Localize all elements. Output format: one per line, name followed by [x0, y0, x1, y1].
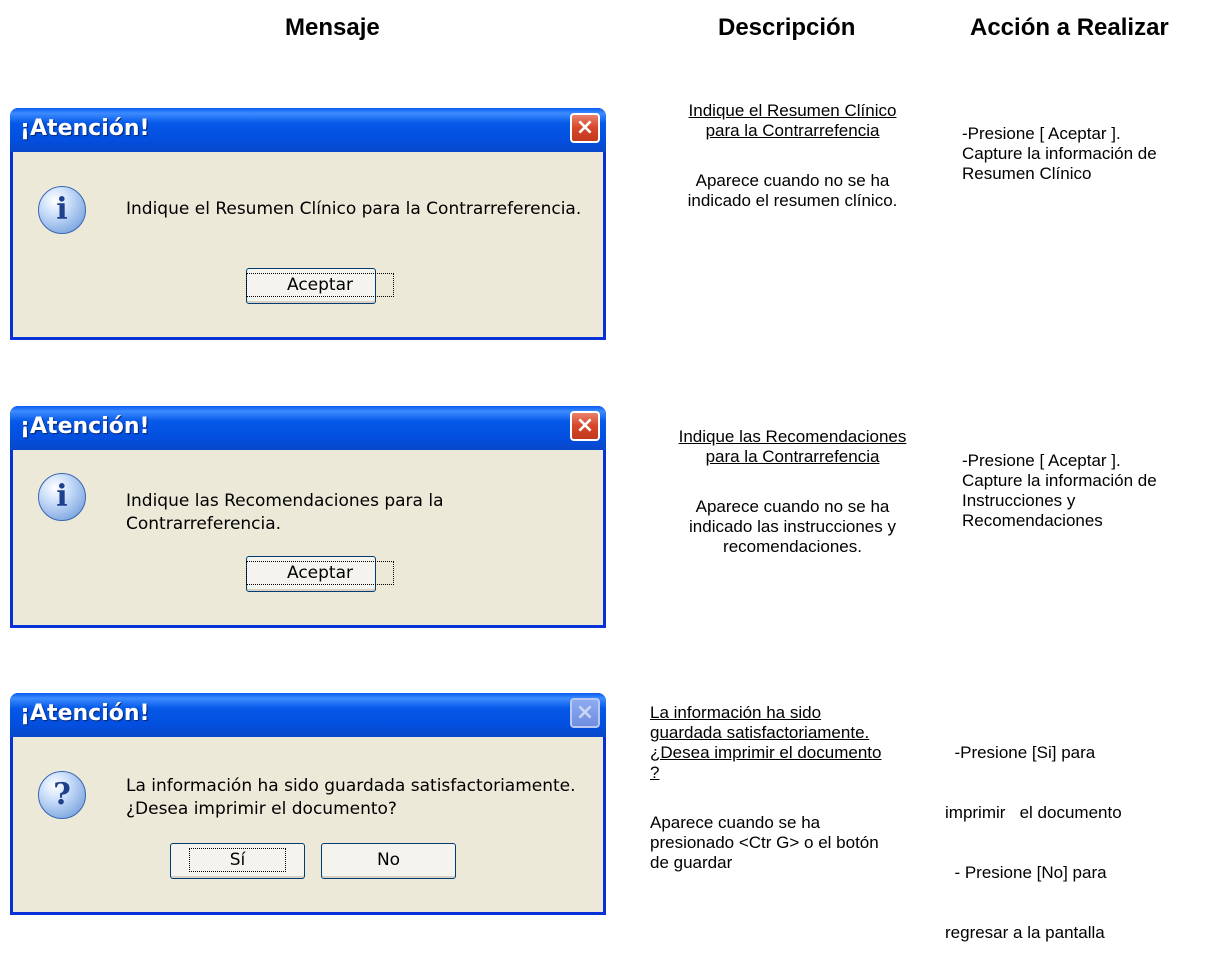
description-3: La información ha sido guardada satisfac… — [650, 703, 882, 872]
header-descripcion: Descripción — [718, 14, 856, 41]
dialog-message: Indique las Recomendaciones para la Cont… — [126, 491, 444, 534]
dialog-title: ¡Atención! — [20, 701, 150, 726]
dialog-message: Indique el Resumen Clínico para la Contr… — [126, 199, 582, 219]
dialog-title: ¡Atención! — [20, 414, 150, 439]
close-icon: × — [570, 698, 600, 728]
accept-button[interactable]: Aceptar — [246, 268, 394, 304]
close-icon[interactable]: × — [570, 113, 600, 143]
yes-button[interactable]: Sí — [170, 843, 305, 879]
action-3: -Presione [Si] para imprimir el document… — [945, 743, 1122, 942]
action-1: -Presione [ Aceptar ]. Capture la inform… — [962, 124, 1157, 183]
dialog-titlebar: ¡Atención! × — [10, 406, 606, 450]
action-2: -Presione [ Aceptar ]. Capture la inform… — [962, 451, 1157, 530]
description-1: Indique el Resumen Clínico para la Contr… — [687, 101, 898, 210]
dialog-title: ¡Atención! — [20, 116, 150, 141]
question-icon: ? — [38, 771, 86, 819]
accept-button[interactable]: Aceptar — [246, 556, 394, 592]
info-icon: i — [38, 473, 86, 521]
confirm-dialog-3: ¡Atención! × ? La información ha sido gu… — [10, 693, 606, 915]
dialog-titlebar: ¡Atención! × — [10, 693, 606, 737]
info-icon: i — [38, 186, 86, 234]
dialog-message: La información ha sido guardada satisfac… — [126, 776, 576, 819]
no-button[interactable]: No — [321, 843, 456, 879]
header-accion: Acción a Realizar — [970, 14, 1169, 41]
description-2: Indique las Recomendaciones para la Cont… — [678, 427, 907, 556]
alert-dialog-2: ¡Atención! × i Indique las Recomendacion… — [10, 406, 606, 628]
close-icon[interactable]: × — [570, 411, 600, 441]
dialog-titlebar: ¡Atención! × — [10, 108, 606, 152]
header-mensaje: Mensaje — [285, 14, 380, 41]
alert-dialog-1: ¡Atención! × i Indique el Resumen Clínic… — [10, 108, 606, 340]
